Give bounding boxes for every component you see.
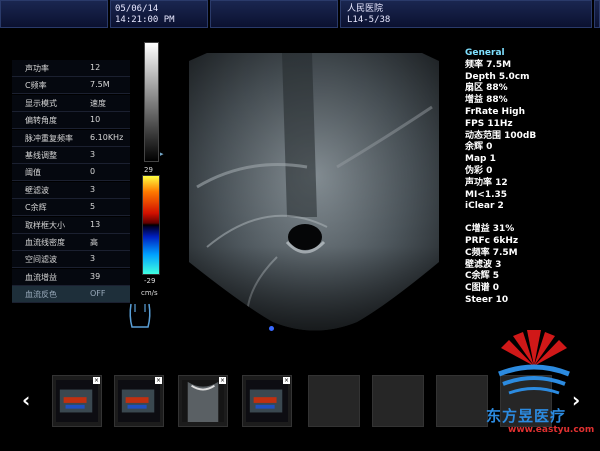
general-param: MI<1.35 (465, 189, 508, 200)
general-param: 伪彩 0 (465, 165, 493, 176)
general-param: FPS 11Hz (465, 118, 513, 129)
general-title: General (465, 48, 505, 58)
company-logo (498, 330, 570, 395)
param-row[interactable]: 阈值 0 (12, 164, 130, 182)
param-row[interactable]: C频率 7.5M (12, 77, 130, 95)
header-datetime: 05/06/14 14:21:00 PM (110, 0, 208, 28)
ultrasound-image[interactable] (187, 47, 441, 332)
param-label: C频率 (25, 81, 47, 91)
general-param: 频率 7.5M (465, 59, 512, 70)
color-param: C频率 7.5M (465, 247, 518, 258)
brand-name: 东方昱医疗 (486, 407, 567, 425)
color-params: C增益 31% PRFc 6kHz C频率 7.5M 壁滤波 3 C余辉 5 C图谱 0S… (465, 224, 536, 307)
param-value: 12 (90, 63, 101, 72)
grayscale-bar (144, 42, 159, 162)
param-label: C余辉 (25, 203, 47, 213)
general-param: FrRate High (465, 106, 526, 117)
param-label: 显示模式 (25, 98, 57, 108)
color-param: C图谱 0 (465, 283, 500, 294)
param-value: OFF (90, 289, 106, 299)
param-row[interactable]: 显示模式 速度 (12, 94, 130, 112)
param-row[interactable]: 空间滤波 3 (12, 251, 130, 269)
thumbnail-4[interactable]: × (242, 375, 292, 427)
general-params: 频率 7.5M Depth 5.0cm 扇区 88% 增益 88% FrRate Hig… (465, 60, 536, 213)
general-param: Depth 5.0cm (465, 71, 530, 82)
param-value: 6.10KHz (90, 132, 124, 142)
param-value: 高 (90, 238, 98, 247)
param-row[interactable]: 偏转角度 10 (12, 112, 130, 130)
param-value: 3 (90, 184, 96, 194)
param-value: 速度 (90, 98, 106, 108)
general-param: Map 1 (465, 154, 496, 165)
thumbnail-slot-empty[interactable] (372, 375, 424, 427)
prev-arrow-icon[interactable]: ‹ (22, 388, 30, 412)
param-row[interactable]: 血流线密度 高 (12, 234, 130, 251)
colorbar-unit: cm/s (141, 289, 158, 297)
param-label: 声功率 (25, 64, 49, 73)
param-label: 偏转角度 (25, 116, 57, 126)
param-value: 10 (90, 115, 101, 125)
color-param: 壁滤波 3 (465, 259, 502, 270)
header-panel-left (0, 0, 108, 28)
info-panel: General 频率 7.5M Depth 5.0cm 扇区 88% 增益 88% Fr… (465, 48, 536, 307)
param-row[interactable]: 基线调整 3 (12, 147, 130, 164)
param-value: 13 (90, 219, 101, 229)
param-label: 壁滤波 (25, 185, 49, 195)
param-label: 脉冲重复频率 (25, 133, 73, 143)
param-label: 阈值 (25, 168, 41, 178)
general-param: 声功率 12 (465, 177, 508, 188)
colorbar-max: 29 (144, 166, 153, 174)
thumbnail-slot-empty[interactable] (308, 375, 360, 427)
general-param: 动态范围 100dB (465, 130, 537, 141)
param-row[interactable]: 取样框大小 13 (12, 216, 130, 234)
general-param: iClear 2 (465, 201, 504, 212)
thumbnail-1[interactable]: × (52, 375, 102, 427)
colorbar-min: -29 (144, 277, 156, 285)
thumbnail-3[interactable]: × (178, 375, 228, 427)
color-velocity-bar (142, 175, 160, 275)
close-icon[interactable]: × (155, 377, 162, 384)
probe-code: L14-5/38 (347, 15, 391, 25)
focus-marker-icon: ▸ (160, 150, 164, 158)
body-marker-icon (129, 303, 151, 328)
orientation-dot-icon (269, 326, 274, 331)
param-value: 7.5M (90, 80, 110, 90)
thumbnail-slot-empty[interactable] (436, 375, 488, 427)
header-hospital: 人民医院 L14-5/38 (340, 0, 592, 28)
time-text: 14:21:00 PM (115, 15, 175, 25)
param-value: 0 (90, 167, 96, 177)
param-label: 血流反色 (25, 290, 57, 300)
color-param: Steer 10 (465, 294, 509, 305)
param-row[interactable]: 血流增益 39 (12, 268, 130, 286)
header-panel-middle (210, 0, 338, 28)
hospital-name: 人民医院 (347, 4, 384, 14)
close-icon[interactable]: × (283, 377, 290, 384)
param-value: 5 (90, 202, 96, 212)
param-label: 空间滤波 (25, 255, 57, 265)
param-row[interactable]: 血流反色 OFF (12, 286, 130, 304)
param-label: 血流线密度 (25, 238, 65, 247)
param-row[interactable]: 声功率 12 (12, 60, 130, 77)
color-param: PRFc 6kHz (465, 235, 519, 246)
param-row[interactable]: 壁滤波 3 (12, 181, 130, 199)
thumbnail-2[interactable]: × (114, 375, 164, 427)
general-param: 扇区 88% (465, 83, 508, 94)
close-icon[interactable]: × (93, 377, 100, 384)
param-row[interactable]: 脉冲重复频率 6.10KHz (12, 129, 130, 147)
param-row[interactable]: C余辉 5 (12, 199, 130, 217)
color-param: C增益 31% (465, 224, 515, 235)
date-text: 05/06/14 (115, 4, 159, 14)
close-icon[interactable]: × (219, 377, 226, 384)
param-label: 取样框大小 (25, 220, 65, 230)
brand-url: www.eastyu.com (508, 425, 595, 435)
param-label: 血流增益 (25, 272, 57, 282)
param-value: 39 (90, 271, 101, 281)
general-param: 余辉 0 (465, 142, 493, 153)
param-value: 3 (90, 150, 96, 159)
general-param: 增益 88% (465, 95, 508, 106)
color-param: C余辉 5 (465, 271, 500, 282)
header-panel-right (594, 0, 600, 28)
param-label: 基线调整 (25, 151, 57, 160)
param-value: 3 (90, 254, 96, 264)
